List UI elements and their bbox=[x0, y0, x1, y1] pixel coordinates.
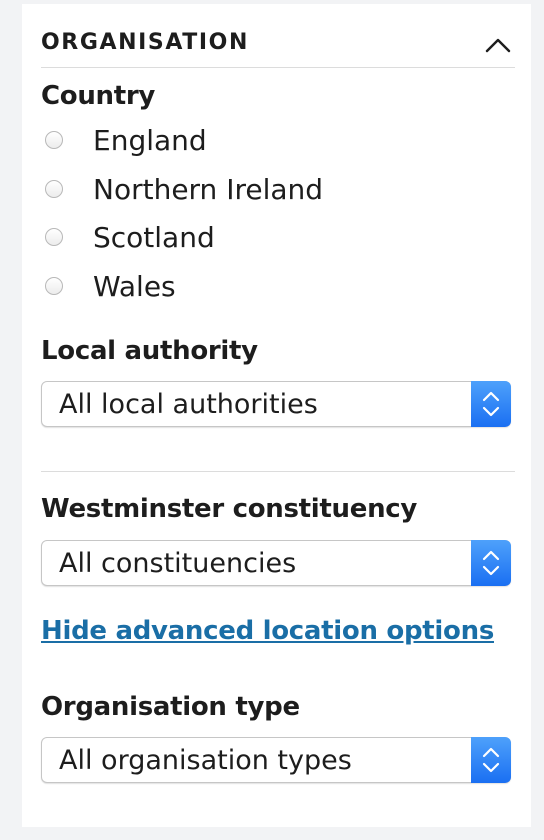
radio-button[interactable] bbox=[45, 228, 63, 246]
select-value: All constituencies bbox=[59, 548, 297, 579]
organisation-type-label: Organisation type bbox=[41, 692, 300, 722]
collapse-toggle[interactable] bbox=[483, 32, 513, 58]
local-authority-select[interactable]: All local authorities bbox=[41, 381, 511, 427]
westminster-constituency-select[interactable]: All constituencies bbox=[41, 540, 511, 586]
country-radio-group: England Northern Ireland Scotland Wales bbox=[41, 124, 501, 318]
select-arrows-icon[interactable] bbox=[471, 737, 511, 783]
select-value: All organisation types bbox=[59, 745, 352, 776]
radio-label: England bbox=[93, 124, 207, 157]
country-label: Country bbox=[41, 81, 156, 111]
country-option-scotland[interactable]: Scotland bbox=[41, 221, 501, 270]
local-authority-label: Local authority bbox=[41, 336, 258, 366]
hide-advanced-location-options-link[interactable]: Hide advanced location options bbox=[41, 615, 494, 647]
westminster-constituency-label: Westminster constituency bbox=[41, 494, 418, 524]
radio-label: Scotland bbox=[93, 221, 215, 254]
section-header[interactable]: ORGANISATION bbox=[41, 24, 515, 68]
select-arrows-icon[interactable] bbox=[471, 540, 511, 586]
radio-label: Wales bbox=[93, 269, 176, 303]
organisation-type-select[interactable]: All organisation types bbox=[41, 737, 511, 783]
radio-label: Northern Ireland bbox=[93, 172, 324, 206]
chevron-up-icon bbox=[485, 38, 511, 53]
divider bbox=[41, 471, 515, 472]
select-value: All local authorities bbox=[59, 389, 318, 420]
organisation-filter-panel: ORGANISATION Country England Northern Ir… bbox=[22, 4, 531, 827]
section-title: ORGANISATION bbox=[41, 30, 249, 55]
country-option-wales[interactable]: Wales bbox=[41, 270, 501, 319]
radio-button[interactable] bbox=[45, 276, 63, 295]
country-option-england[interactable]: England bbox=[41, 124, 501, 173]
select-arrows-icon[interactable] bbox=[471, 381, 511, 427]
radio-button[interactable] bbox=[45, 179, 63, 198]
radio-button[interactable] bbox=[45, 131, 63, 149]
country-option-northern-ireland[interactable]: Northern Ireland bbox=[41, 173, 501, 222]
